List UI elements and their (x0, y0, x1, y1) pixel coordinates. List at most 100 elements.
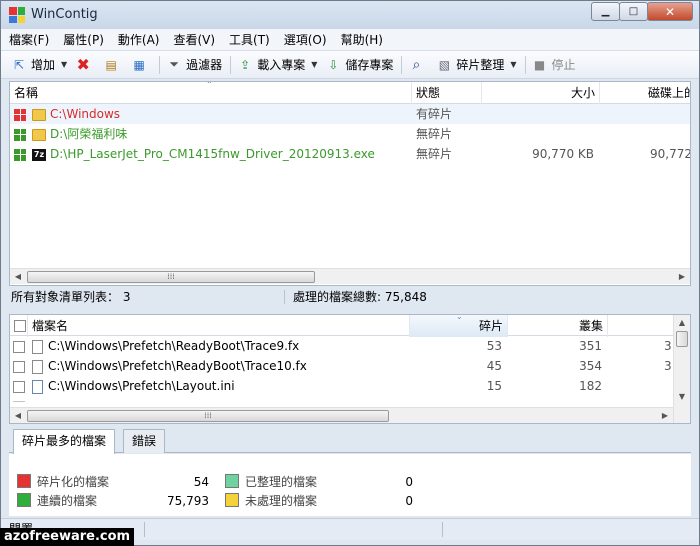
open-button[interactable]: ▤ (103, 54, 123, 76)
file-extra: 3 (664, 339, 672, 353)
list-item[interactable]: 7z D:\HP_LaserJet_Pro_CM1415fnw_Driver_2… (10, 144, 690, 164)
file-icon (32, 339, 43, 354)
toolbar-separator (524, 55, 526, 74)
stop-button[interactable]: ■ 停止 (532, 54, 576, 76)
unprocessed-swatch (225, 493, 239, 507)
minimize-button[interactable]: ▁ (591, 2, 620, 21)
files-horizontal-scrollbar[interactable]: ◀ ⁞⁞⁞ ▶ (10, 407, 673, 423)
tab-errors[interactable]: 錯誤 (123, 429, 166, 453)
grid-view-button[interactable]: ▦ (131, 54, 151, 76)
column-size[interactable]: 大小 (482, 82, 600, 104)
menu-file[interactable]: 檔案(F) (9, 31, 49, 48)
filter-button[interactable]: ⏷ 過濾器 (166, 54, 222, 76)
scroll-thumb[interactable] (676, 331, 688, 347)
file-fragments: 15 (486, 379, 502, 393)
tab-most-fragmented[interactable]: 碎片最多的檔案 (13, 429, 116, 454)
scroll-right-icon[interactable]: ▶ (674, 269, 690, 285)
scroll-thumb[interactable]: ⁞⁞⁞ (27, 271, 315, 283)
file-path: C:\Windows\Prefetch\Layout.ini (48, 379, 235, 393)
save-project-button[interactable]: ⇩ 儲存專案 (325, 54, 393, 76)
row-checkbox[interactable] (13, 380, 25, 393)
grid-icon: ▦ (133, 57, 145, 72)
objects-horizontal-scrollbar[interactable]: ◀ ⁞⁞⁞ ▶ (10, 268, 690, 284)
scroll-left-icon[interactable]: ◀ (10, 408, 26, 423)
object-status: 有碎片 (416, 107, 453, 121)
select-all-checkbox[interactable] (14, 319, 26, 332)
contiguous-swatch (17, 493, 31, 507)
defrag-icon: ▧ (438, 57, 451, 72)
processed-files-text: 處理的檔案總數: 75,848 (293, 290, 427, 304)
contiguous-status-icon (14, 148, 26, 161)
scroll-thumb[interactable]: ⁞⁞⁞ (27, 410, 389, 422)
toolbar-separator (401, 55, 403, 74)
maximize-button[interactable]: □ (619, 2, 648, 21)
file-path: C:\Windows\Prefetch\ReadyBoot\Trace9.fx (48, 339, 300, 353)
add-button[interactable]: ⇱ 增加 ▼ (11, 54, 67, 76)
file-clusters: 182 (579, 379, 602, 393)
menu-tools[interactable]: 工具(T) (229, 31, 270, 48)
contiguous-status-icon (14, 128, 26, 141)
total-objects-text: 所有對象清單列表： 3 (11, 290, 131, 304)
executable-icon: 7z (32, 148, 46, 161)
load-dropdown-icon[interactable]: ▼ (311, 60, 317, 69)
column-status[interactable]: 狀態 (412, 82, 482, 104)
scroll-up-icon[interactable]: ▲ (674, 315, 690, 331)
title-bar[interactable]: WinContig ▁ □ ✕ (1, 1, 699, 29)
folder-icon (32, 108, 46, 121)
menu-action[interactable]: 動作(A) (118, 31, 160, 48)
defrag-button[interactable]: ▧ 碎片整理 ▼ (436, 54, 517, 76)
close-button[interactable]: ✕ (647, 2, 693, 21)
summary-bar: 所有對象清單列表： 3 處理的檔案總數: 75,848 (9, 287, 691, 307)
defrag-dropdown-icon[interactable]: ▼ (510, 60, 516, 69)
row-checkbox[interactable] (13, 360, 25, 373)
summary-divider (284, 290, 285, 304)
table-row[interactable]: C:\Windows\Prefetch\ReadyBoot\Trace9.fx … (10, 336, 690, 356)
unprocessed-count: 0 (405, 494, 413, 508)
menu-options[interactable]: 選項(O) (284, 31, 327, 48)
file-fragments: 53 (486, 339, 502, 353)
load-project-label: 載入專案 (257, 58, 306, 72)
menu-view[interactable]: 查看(V) (173, 31, 215, 48)
status-divider (442, 522, 443, 537)
table-row[interactable]: C:\Windows\Prefetch\ReadyBoot\Trace10.fx… (10, 356, 690, 376)
row-checkbox[interactable] (13, 340, 25, 353)
list-item[interactable]: C:\Windows 有碎片 (10, 104, 690, 124)
app-icon (9, 7, 25, 23)
add-dropdown-icon[interactable]: ▼ (61, 60, 67, 69)
table-row[interactable]: C:\Windows\Prefetch\Layout.ini 15 182 (10, 376, 690, 396)
object-status: 無碎片 (416, 127, 453, 141)
scroll-down-icon[interactable]: ▼ (674, 389, 690, 405)
magnifier-icon: ⌕ (412, 56, 421, 73)
remove-button[interactable]: ✖ (75, 54, 95, 76)
list-item[interactable]: D:\阿榮福利味 無碎片 (10, 124, 690, 144)
analyze-button[interactable]: ⌕ (408, 54, 428, 76)
select-all-cell (10, 315, 28, 337)
fragmented-swatch (17, 474, 31, 488)
file-icon (32, 359, 43, 374)
column-file-name[interactable]: 檔案名 (28, 315, 410, 337)
scroll-right-icon[interactable]: ▶ (657, 408, 673, 423)
status-divider (144, 522, 145, 537)
object-status: 無碎片 (416, 147, 453, 161)
column-clusters[interactable]: 叢集 (508, 315, 608, 337)
object-name: C:\Windows (50, 107, 121, 121)
window-title: WinContig (31, 7, 98, 22)
column-on-disk[interactable]: 磁碟上的 (600, 82, 690, 104)
file-path: C:\Windows\Prefetch\ReadyBoot\Trace10.fx (48, 359, 307, 373)
save-project-label: 儲存專案 (345, 58, 394, 72)
object-on-disk: 90,772 (650, 147, 691, 161)
contiguous-count: 75,793 (167, 494, 209, 508)
object-name: D:\阿榮福利味 (50, 127, 128, 141)
legend-panel: 碎片化的檔案 54 連續的檔案 75,793 已整理的檔案 0 未處理的檔案 0 (9, 454, 691, 516)
objects-list[interactable]: 名稱 ⌃ 狀態 大小 磁碟上的 C:\Windows 有碎片 D:\阿榮福利味 … (9, 81, 691, 286)
scroll-left-icon[interactable]: ◀ (10, 269, 26, 285)
file-clusters: 354 (579, 359, 602, 373)
file-extra: 3 (664, 359, 672, 373)
files-vertical-scrollbar[interactable]: ▲ ▼ (673, 315, 690, 423)
remove-icon: ✖ (76, 55, 90, 74)
menu-properties[interactable]: 屬性(P) (63, 31, 104, 48)
menu-help[interactable]: 幫助(H) (341, 31, 383, 48)
fragmented-label: 碎片化的檔案 (37, 475, 110, 489)
load-project-button[interactable]: ⇪ 載入專案 ▼ (237, 54, 317, 76)
most-fragmented-files-list[interactable]: 檔案名 碎片 ⌄ 叢集 C:\Windows\Prefetch\ReadyBoo… (9, 314, 691, 424)
